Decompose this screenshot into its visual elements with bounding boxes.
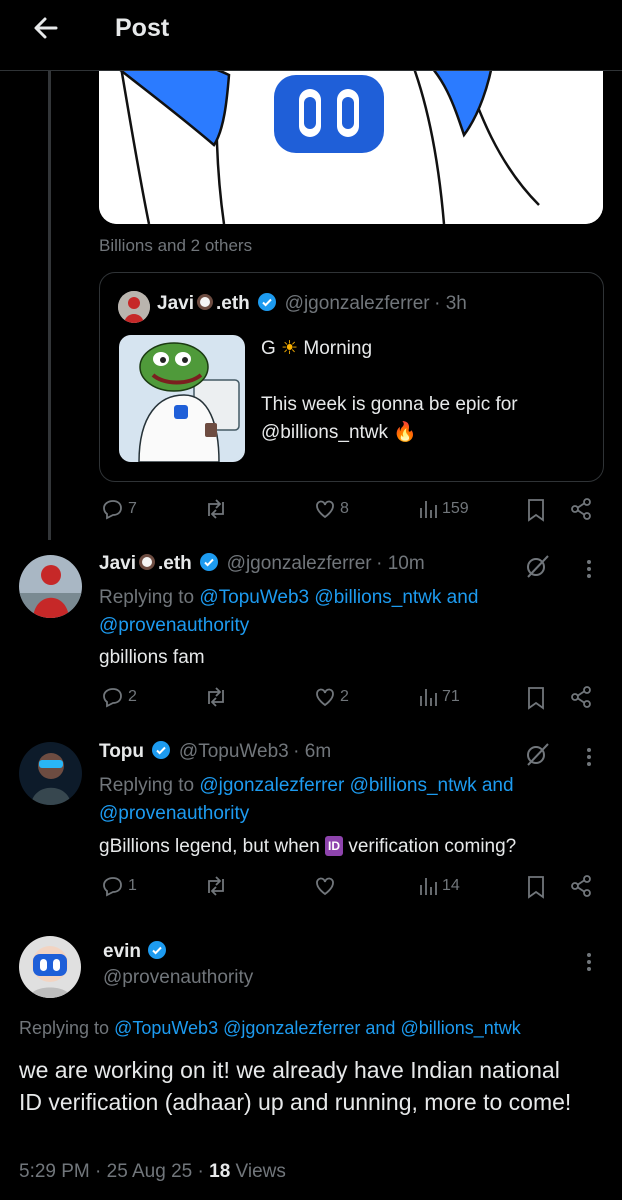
repost-button[interactable] bbox=[204, 875, 228, 897]
display-name-suffix: .eth bbox=[157, 553, 192, 574]
quoted-image[interactable] bbox=[119, 335, 245, 462]
display-name[interactable]: evin bbox=[103, 941, 141, 962]
replying-to: Replying to @TopuWeb3 @billions_ntwk and… bbox=[99, 587, 479, 636]
more-options-icon[interactable] bbox=[587, 950, 593, 974]
reply-icon bbox=[102, 498, 124, 520]
grok-icon[interactable] bbox=[524, 741, 550, 772]
fire-emoji-icon: 🔥 bbox=[393, 422, 417, 443]
like-button[interactable]: 8 bbox=[314, 498, 349, 520]
mention-link[interactable]: @jgonzalezferrer @billions_ntwk and bbox=[199, 775, 513, 796]
heart-icon bbox=[314, 686, 336, 708]
quoted-header: Javi .eth @jgonzalezferrer · 3h bbox=[157, 293, 467, 316]
reply-button[interactable]: 1 bbox=[102, 875, 137, 897]
handle[interactable]: @jgonzalezferrer bbox=[285, 293, 430, 314]
repost-icon bbox=[204, 686, 228, 708]
bookmark-icon bbox=[526, 875, 546, 899]
repost-icon bbox=[204, 498, 228, 520]
views-button[interactable]: 159 bbox=[418, 498, 469, 520]
heart-icon bbox=[314, 498, 336, 520]
display-name[interactable]: Javi bbox=[99, 553, 136, 574]
reply-text: gbillions fam bbox=[99, 647, 205, 668]
id-emoji-icon: ID bbox=[325, 836, 344, 856]
heart-icon bbox=[314, 875, 336, 897]
more-options-icon[interactable] bbox=[587, 557, 593, 581]
bookmark-button[interactable] bbox=[526, 498, 546, 522]
more-options-icon[interactable] bbox=[587, 745, 593, 769]
avatar[interactable] bbox=[19, 555, 82, 618]
verified-badge-icon bbox=[152, 741, 171, 764]
timestamp[interactable]: · 3h bbox=[434, 293, 467, 314]
share-button[interactable] bbox=[570, 875, 592, 897]
views-chart-icon bbox=[418, 686, 438, 708]
bookmark-icon bbox=[526, 686, 546, 710]
repost-button[interactable] bbox=[204, 686, 228, 708]
coconut-emoji-icon bbox=[196, 293, 214, 316]
avatar[interactable] bbox=[19, 742, 82, 805]
post-image[interactable] bbox=[99, 55, 603, 224]
share-icon bbox=[570, 498, 592, 520]
mention-link[interactable]: @billions_ntwk bbox=[261, 422, 388, 443]
like-button[interactable]: 2 bbox=[314, 686, 349, 708]
coconut-emoji-icon bbox=[138, 553, 156, 576]
handle[interactable]: @TopuWeb3 bbox=[179, 741, 289, 762]
mention-link[interactable]: @TopuWeb3 @jgonzalezferrer and @billions… bbox=[114, 1018, 521, 1038]
replying-to: Replying to @TopuWeb3 @jgonzalezferrer a… bbox=[19, 1018, 521, 1038]
share-button[interactable] bbox=[570, 686, 592, 708]
page-title: Post bbox=[115, 14, 170, 42]
timestamp[interactable]: · 10m bbox=[376, 553, 425, 574]
quoted-post[interactable]: Javi .eth @jgonzalezferrer · 3h G ☀ Morni… bbox=[99, 272, 604, 482]
post-timestamp: 5:29 PM · 25 Aug 25 · bbox=[19, 1161, 204, 1182]
verified-badge-icon bbox=[148, 941, 167, 964]
author-name-row: evin bbox=[103, 941, 167, 964]
mention-link[interactable]: @provenauthority bbox=[99, 803, 249, 824]
reply-header: Javi .eth @jgonzalezferrer · 10m bbox=[99, 553, 425, 576]
replying-to: Replying to @jgonzalezferrer @billions_n… bbox=[99, 775, 514, 824]
reply-icon bbox=[102, 686, 124, 708]
reply-button[interactable]: 7 bbox=[102, 498, 137, 520]
display-name-suffix: .eth bbox=[215, 293, 250, 314]
mention-link[interactable]: @provenauthority bbox=[99, 615, 249, 636]
avatar[interactable] bbox=[19, 936, 81, 998]
mention-link[interactable]: @TopuWeb3 @billions_ntwk and bbox=[199, 587, 478, 608]
share-button[interactable] bbox=[570, 498, 592, 520]
display-name[interactable]: Javi bbox=[157, 293, 194, 314]
reply-icon bbox=[102, 875, 124, 897]
reply-text: gBillions legend, but when ID verificati… bbox=[99, 836, 517, 857]
verified-badge-icon bbox=[200, 553, 219, 576]
back-arrow-icon[interactable] bbox=[30, 12, 62, 44]
views-button[interactable]: 71 bbox=[418, 686, 460, 708]
thread-line bbox=[48, 70, 51, 540]
top-bar: Post bbox=[0, 0, 622, 71]
share-icon bbox=[570, 686, 592, 708]
grok-icon[interactable] bbox=[524, 553, 550, 584]
reply-button[interactable]: 2 bbox=[102, 686, 137, 708]
views-label: Views bbox=[235, 1161, 286, 1182]
bookmark-icon bbox=[526, 498, 546, 522]
like-button[interactable] bbox=[314, 875, 340, 897]
post-meta: 5:29 PM · 25 Aug 25 · 18 Views bbox=[19, 1161, 286, 1183]
post-text: we are working on it! we already have In… bbox=[19, 1057, 572, 1115]
timestamp[interactable]: · 6m bbox=[293, 741, 331, 762]
handle[interactable]: @provenauthority bbox=[103, 967, 253, 989]
avatar[interactable] bbox=[118, 291, 150, 323]
handle[interactable]: @jgonzalezferrer bbox=[227, 553, 372, 574]
views-chart-icon bbox=[418, 498, 438, 520]
views-count: 18 bbox=[209, 1161, 231, 1182]
repost-button[interactable] bbox=[204, 498, 228, 520]
liked-by-text[interactable]: Billions and 2 others bbox=[99, 236, 252, 256]
bookmark-button[interactable] bbox=[526, 686, 546, 710]
sun-emoji-icon: ☀ bbox=[281, 338, 299, 359]
quoted-text: G ☀ Morning This week is gonna be epic f… bbox=[261, 338, 518, 443]
reply-header: Topu @TopuWeb3 · 6m bbox=[99, 741, 331, 764]
display-name[interactable]: Topu bbox=[99, 741, 144, 762]
bookmark-button[interactable] bbox=[526, 875, 546, 899]
views-button[interactable]: 14 bbox=[418, 875, 460, 897]
views-chart-icon bbox=[418, 875, 438, 897]
verified-badge-icon bbox=[258, 293, 277, 316]
repost-icon bbox=[204, 875, 228, 897]
share-icon bbox=[570, 875, 592, 897]
